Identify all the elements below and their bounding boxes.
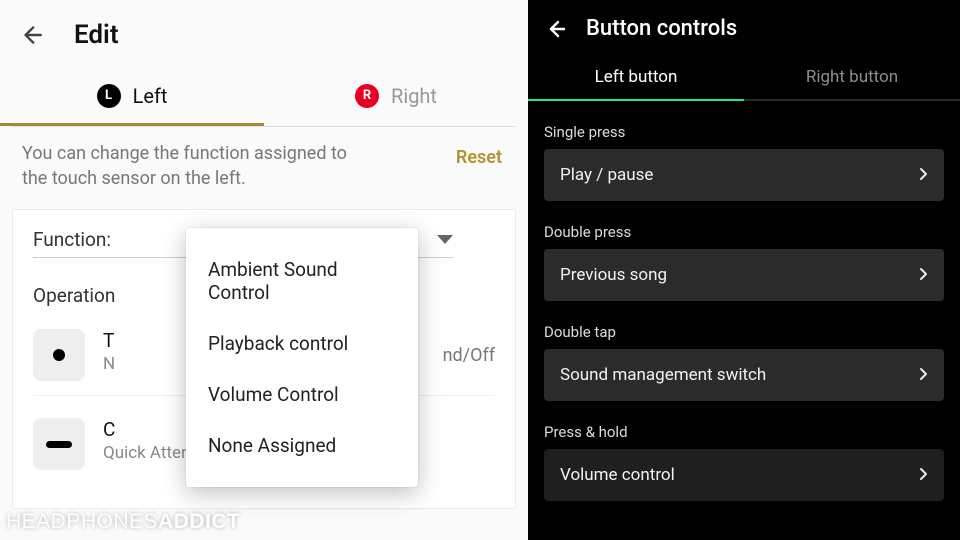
chevron-right-icon	[919, 366, 928, 385]
row-single-press[interactable]: Play / pause	[544, 149, 944, 201]
actions-section: Single press Play / pause Double press P…	[528, 123, 960, 501]
watermark-b: ADDICT	[158, 510, 240, 533]
chevron-right-icon	[919, 166, 928, 185]
page-title: Edit	[74, 20, 119, 50]
op1-hint: nd/Off	[443, 345, 495, 366]
option-playback-control[interactable]: Playback control	[186, 318, 418, 369]
left-badge-icon: L	[97, 84, 121, 108]
page-title: Button controls	[586, 16, 737, 41]
function-popover: Ambient Sound Control Playback control V…	[186, 228, 418, 487]
tab-right-ear[interactable]: R Right	[264, 68, 528, 126]
value-press-hold: Volume control	[560, 465, 675, 485]
label-press-hold: Press & hold	[544, 423, 944, 441]
tab-left-label: Left	[133, 84, 168, 108]
hold-icon	[33, 418, 85, 470]
tab-left-ear[interactable]: L Left	[0, 68, 264, 126]
option-ambient-sound[interactable]: Ambient Sound Control	[186, 244, 418, 318]
label-double-press: Double press	[544, 223, 944, 241]
value-double-press: Previous song	[560, 265, 667, 285]
ear-tabs: L Left R Right	[0, 68, 528, 126]
function-label: Function:	[33, 228, 111, 251]
value-double-tap: Sound management switch	[560, 365, 766, 385]
help-text: You can change the function assigned to …	[22, 141, 372, 191]
stage: Edit L Left R Right You can change the f…	[0, 0, 960, 540]
note-row: You can change the function assigned to …	[0, 127, 528, 205]
label-single-press: Single press	[544, 123, 944, 141]
row-press-hold[interactable]: Volume control	[544, 449, 944, 501]
back-arrow-icon[interactable]	[18, 22, 44, 48]
left-pane: Edit L Left R Right You can change the f…	[0, 0, 528, 540]
back-arrow-icon[interactable]	[544, 17, 568, 41]
row-double-tap[interactable]: Sound management switch	[544, 349, 944, 401]
label-double-tap: Double tap	[544, 323, 944, 341]
left-header: Edit	[0, 0, 528, 68]
option-volume-control[interactable]: Volume Control	[186, 369, 418, 420]
row-double-press[interactable]: Previous song	[544, 249, 944, 301]
op1-title: T	[103, 329, 115, 352]
tab-left-button[interactable]: Left button	[528, 55, 744, 101]
tap-icon	[33, 329, 85, 381]
option-none-assigned[interactable]: None Assigned	[186, 420, 418, 471]
op1-sub: N	[103, 354, 115, 374]
right-pane: Button controls Left button Right button…	[528, 0, 960, 540]
watermark-a: HEADPHONES	[6, 510, 158, 533]
tab-right-button[interactable]: Right button	[744, 55, 960, 101]
chevron-down-icon	[437, 230, 453, 249]
right-badge-icon: R	[355, 84, 379, 108]
right-header: Button controls	[528, 0, 960, 55]
value-single-press: Play / pause	[560, 165, 653, 185]
chevron-right-icon	[919, 266, 928, 285]
tab-right-label: Right	[391, 84, 437, 108]
watermark: HEADPHONESADDICT	[6, 510, 240, 534]
reset-button[interactable]: Reset	[452, 141, 506, 174]
button-tabs: Left button Right button	[528, 55, 960, 101]
chevron-right-icon	[919, 466, 928, 485]
